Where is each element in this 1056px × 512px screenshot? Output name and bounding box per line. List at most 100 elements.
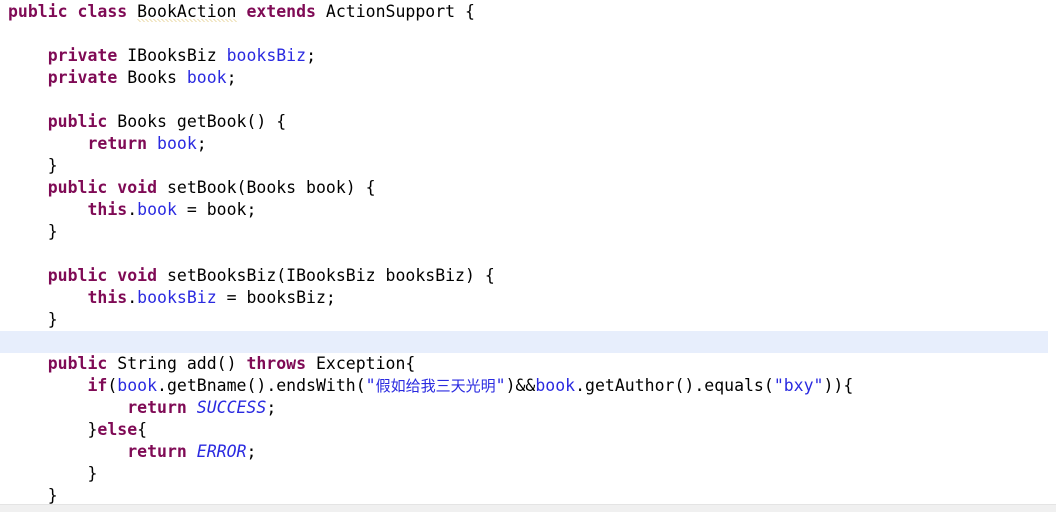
- code-line[interactable]: public void setBook(Books book) {: [0, 177, 1056, 199]
- code-token-pl: )){: [823, 376, 854, 395]
- code-line[interactable]: }: [0, 309, 1056, 331]
- code-line[interactable]: private Books book;: [0, 67, 1056, 89]
- code-line[interactable]: return ERROR;: [0, 441, 1056, 463]
- code-line[interactable]: }: [0, 463, 1056, 485]
- code-token-pl: {: [137, 420, 148, 439]
- code-token-pl: }: [87, 464, 98, 483]
- code-token-pl: IBooksBiz: [117, 46, 227, 65]
- code-token-kw: void: [117, 266, 158, 285]
- code-token-pl: .: [127, 200, 138, 219]
- code-line[interactable]: [0, 331, 1048, 353]
- code-token-pl: setBooksBiz(IBooksBiz booksBiz) {: [157, 266, 495, 285]
- status-bar-strip: [0, 504, 1056, 512]
- code-token-pl: = booksBiz;: [216, 288, 336, 307]
- code-line[interactable]: return SUCCESS;: [0, 397, 1056, 419]
- code-token-pl: ;: [266, 398, 277, 417]
- code-token-id: book: [157, 134, 197, 153]
- code-line[interactable]: [0, 243, 1056, 265]
- code-token-id: book: [117, 376, 158, 395]
- code-line[interactable]: this.booksBiz = booksBiz;: [0, 287, 1056, 309]
- code-token-id: book: [137, 200, 177, 219]
- code-line[interactable]: public class BookAction extends ActionSu…: [0, 1, 1056, 23]
- code-token-pl: String add(): [107, 354, 247, 373]
- code-token-pl: }: [47, 156, 58, 175]
- code-line[interactable]: if(book.getBname().endsWith("假如给我三天光明")&…: [0, 375, 1056, 397]
- code-token-warn: BookAction: [137, 2, 237, 22]
- code-token-kw: private: [47, 46, 118, 65]
- code-token-pl: = book;: [176, 200, 257, 219]
- code-token-pl: }: [87, 420, 98, 439]
- code-token-kw: public: [8, 2, 68, 21]
- code-text-area[interactable]: public class BookAction extends ActionSu…: [0, 0, 1056, 507]
- code-token-kw: public: [47, 112, 108, 131]
- code-line[interactable]: public void setBooksBiz(IBooksBiz booksB…: [0, 265, 1056, 287]
- code-token-pl: Books getBook() {: [107, 112, 287, 131]
- code-token-str: "假如给我三天光明": [365, 376, 506, 395]
- code-line[interactable]: this.book = book;: [0, 199, 1056, 221]
- code-token-id: book: [535, 376, 576, 395]
- code-token-kw: private: [47, 68, 118, 87]
- code-token-kw: this: [87, 200, 128, 219]
- code-line[interactable]: }: [0, 221, 1056, 243]
- code-line[interactable]: public String add() throws Exception{: [0, 353, 1056, 375]
- code-token-id: booksBiz: [226, 46, 307, 65]
- code-token-pl: }: [47, 486, 58, 505]
- code-token-id: booksBiz: [137, 288, 217, 307]
- code-token-kw: if: [87, 376, 108, 395]
- code-token-pl: ;: [306, 46, 316, 65]
- code-token-kw: throws: [246, 354, 307, 373]
- code-token-pl: .getAuthor().equals(: [575, 376, 774, 395]
- code-token-pl: Exception{: [306, 354, 416, 373]
- code-token-pl: .: [127, 288, 138, 307]
- code-line[interactable]: private IBooksBiz booksBiz;: [0, 45, 1056, 67]
- code-token-kw: void: [117, 178, 158, 197]
- code-token-kw: public: [47, 266, 108, 285]
- code-token-pl: ;: [226, 68, 237, 87]
- code-line[interactable]: }else{: [0, 419, 1056, 441]
- code-line[interactable]: [0, 89, 1056, 111]
- code-token-pl: }: [47, 222, 58, 241]
- code-token-pl: Books: [117, 68, 187, 87]
- code-token-id: book: [186, 68, 227, 87]
- code-token-kw: return: [87, 134, 148, 153]
- code-token-pl: setBook(Books book) {: [157, 178, 376, 197]
- code-token-str: "bxy": [773, 376, 824, 395]
- code-token-kw: return: [127, 398, 187, 417]
- code-token-pl: ;: [246, 442, 257, 461]
- code-token-pl: ;: [196, 134, 207, 153]
- code-token-kw: this: [87, 288, 128, 307]
- code-token-const: ERROR: [196, 442, 247, 461]
- code-line[interactable]: public Books getBook() {: [0, 111, 1056, 133]
- code-token-kw: class: [77, 2, 128, 21]
- code-token-const: SUCCESS: [196, 398, 267, 417]
- code-token-pl: }: [47, 310, 58, 329]
- code-token-pl: .getBname().endsWith(: [157, 376, 366, 395]
- code-token-pl: (: [107, 376, 118, 395]
- code-token-kw: public: [47, 354, 108, 373]
- code-line[interactable]: [0, 23, 1056, 45]
- code-editor[interactable]: public class BookAction extends ActionSu…: [0, 0, 1056, 512]
- code-line[interactable]: }: [0, 155, 1056, 177]
- code-line[interactable]: return book;: [0, 133, 1056, 155]
